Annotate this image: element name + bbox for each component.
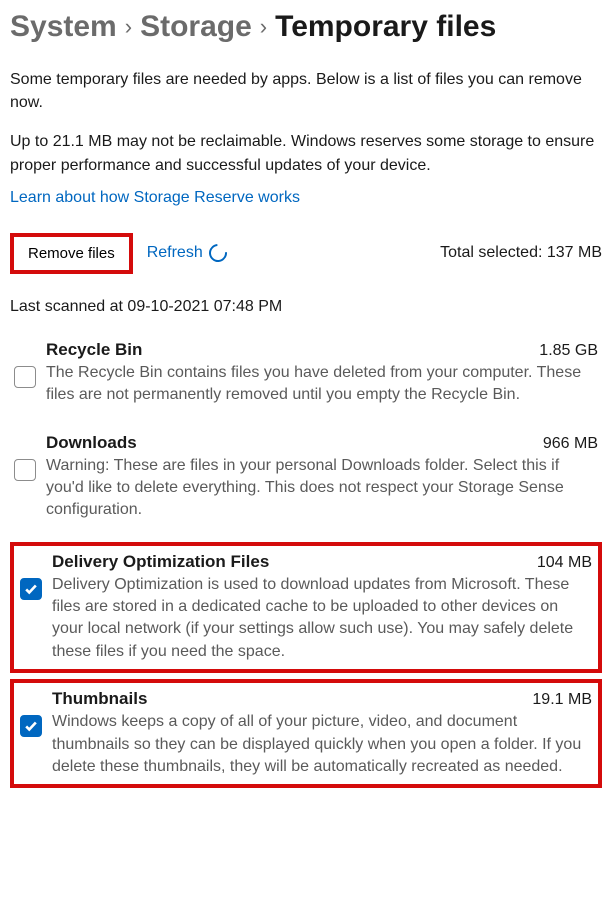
file-category-item: Delivery Optimization Files104 MBDeliver…	[10, 542, 602, 674]
last-scanned: Last scanned at 09-10-2021 07:48 PM	[10, 298, 602, 316]
item-checkbox[interactable]	[14, 459, 36, 481]
item-head: Recycle Bin 1.85 GB	[46, 340, 598, 360]
breadcrumb: System › Storage › Temporary files	[10, 10, 602, 44]
breadcrumb-current: Temporary files	[275, 10, 496, 44]
chevron-right-icon: ›	[260, 14, 267, 40]
refresh-label: Refresh	[147, 244, 203, 262]
total-selected: Total selected: 137 MB	[440, 244, 602, 262]
item-body: Recycle Bin 1.85 GB The Recycle Bin contai…	[46, 340, 598, 407]
item-description: The Recycle Bin contains files you have …	[46, 362, 598, 407]
item-size: 1.85 GB	[539, 342, 598, 360]
file-category-item: Recycle Bin 1.85 GB The Recycle Bin contai…	[10, 334, 602, 421]
item-title: Recycle Bin	[46, 340, 142, 360]
item-title: Downloads	[46, 433, 137, 453]
refresh-button[interactable]: Refresh	[147, 244, 227, 262]
item-checkbox[interactable]	[14, 366, 36, 388]
item-body: Downloads 966 MB Warning: These are files …	[46, 433, 598, 522]
file-category-item: Thumbnails 19.1 MB Windows keeps a copy of…	[10, 679, 602, 788]
breadcrumb-system[interactable]: System	[10, 10, 117, 44]
action-row: Remove files Refresh Total selected: 137…	[10, 233, 602, 274]
intro-text: Some temporary files are needed by apps.…	[10, 68, 602, 114]
item-size: 19.1 MB	[532, 691, 592, 709]
item-size: 966 MB	[543, 435, 598, 453]
remove-files-button[interactable]: Remove files	[10, 233, 133, 274]
item-title: Delivery Optimization Files	[52, 552, 269, 572]
item-description: Warning: These are files in your persona…	[46, 455, 598, 522]
breadcrumb-storage[interactable]: Storage	[140, 10, 252, 44]
item-description: Windows keeps a copy of all of your pict…	[52, 711, 592, 778]
item-checkbox[interactable]	[20, 578, 42, 600]
item-size: 104 MB	[537, 554, 592, 572]
chevron-right-icon: ›	[125, 14, 132, 40]
item-checkbox[interactable]	[20, 715, 42, 737]
item-head: Downloads 966 MB	[46, 433, 598, 453]
item-title: Thumbnails	[52, 689, 147, 709]
item-body: Delivery Optimization Files104 MBDeliver…	[52, 552, 592, 664]
file-category-item: Downloads 966 MB Warning: These are files …	[10, 427, 602, 536]
item-description: Delivery Optimization is used to downloa…	[52, 574, 592, 664]
reserve-note: Up to 21.1 MB may not be reclaimable. Wi…	[10, 130, 602, 176]
storage-reserve-link[interactable]: Learn about how Storage Reserve works	[10, 189, 300, 207]
item-head: Delivery Optimization Files 104 MB	[52, 552, 592, 572]
item-body: Thumbnails 19.1 MB Windows keeps a copy of…	[52, 689, 592, 778]
refresh-icon	[205, 241, 230, 266]
item-head: Thumbnails 19.1 MB	[52, 689, 592, 709]
